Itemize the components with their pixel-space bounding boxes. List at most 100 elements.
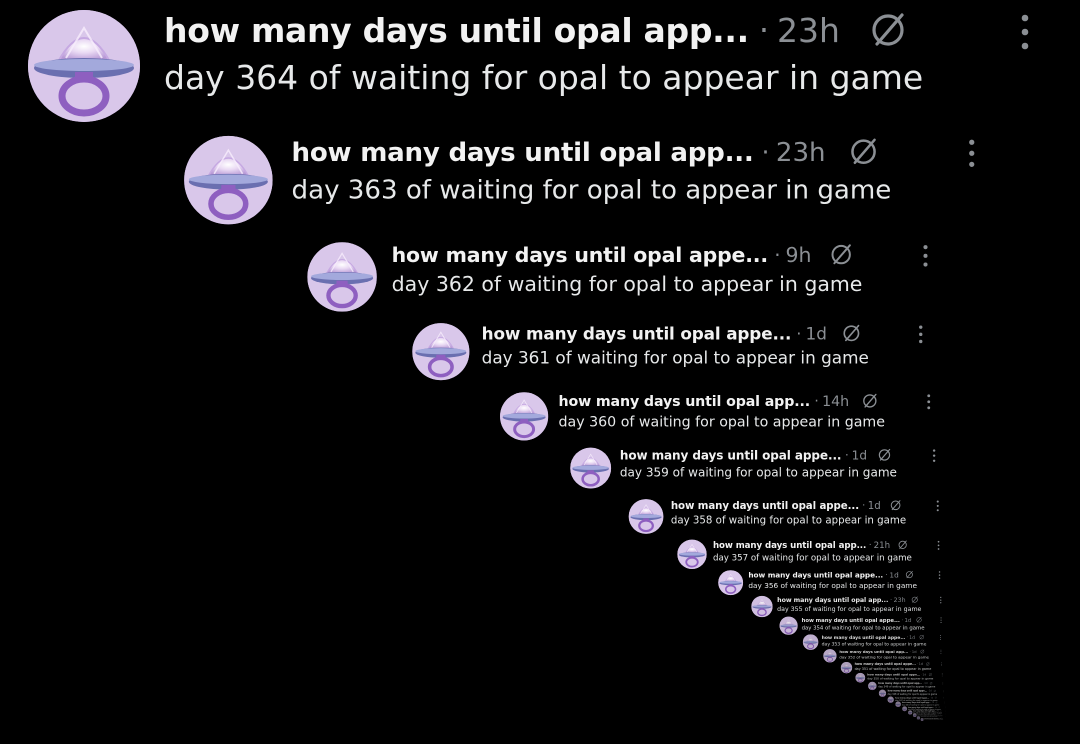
avatar[interactable] xyxy=(887,696,894,703)
post-timestamp[interactable]: 1d xyxy=(919,662,923,666)
more-icon[interactable] xyxy=(932,448,937,463)
post-2[interactable]: how many days until opal app... · 23h da xyxy=(162,128,984,225)
post-author-name[interactable]: how many days until opal appe... xyxy=(802,617,900,623)
post-author-name[interactable]: how many days until opal appe... xyxy=(392,243,768,267)
post-author-name[interactable]: how many days until opal appe... xyxy=(671,499,859,511)
post-timestamp[interactable]: 14h xyxy=(822,393,849,410)
more-icon[interactable] xyxy=(921,243,930,268)
avatar[interactable] xyxy=(823,649,837,663)
post-3[interactable]: how many days until opal appe... · 9h da xyxy=(290,236,935,312)
avatar[interactable] xyxy=(307,242,377,312)
grok-icon[interactable] xyxy=(889,499,901,511)
grok-icon[interactable] xyxy=(897,540,907,550)
avatar[interactable] xyxy=(802,634,819,650)
avatar[interactable] xyxy=(184,135,273,225)
avatar[interactable] xyxy=(779,616,798,635)
post-13[interactable]: how many days until opal app... · 1d day xyxy=(820,648,943,663)
more-icon[interactable] xyxy=(917,324,924,344)
avatar[interactable] xyxy=(868,681,877,691)
post-author-name[interactable]: how many days until opal app... xyxy=(839,649,908,654)
avatar[interactable] xyxy=(28,10,140,122)
more-icon[interactable] xyxy=(942,682,944,685)
grok-icon[interactable] xyxy=(848,136,880,168)
avatar[interactable] xyxy=(412,323,470,381)
more-icon[interactable] xyxy=(939,635,941,641)
more-icon[interactable] xyxy=(1018,12,1032,52)
post-timestamp[interactable]: 1d xyxy=(852,448,867,462)
post-timestamp[interactable]: 23h xyxy=(894,596,906,603)
post-author-name[interactable]: how many days until opal app... xyxy=(559,393,811,410)
post-timestamp[interactable]: 1d xyxy=(868,499,881,511)
more-icon[interactable] xyxy=(943,696,944,699)
post-timestamp[interactable]: 1d xyxy=(923,673,927,676)
more-icon[interactable] xyxy=(943,689,944,693)
grok-icon[interactable] xyxy=(928,673,932,676)
more-icon[interactable] xyxy=(936,500,940,512)
post-timestamp[interactable]: 1d xyxy=(904,617,911,623)
more-icon[interactable] xyxy=(945,710,947,712)
post-author-name[interactable]: how many days until opal appe... xyxy=(867,673,920,676)
post-author-name[interactable]: how many days until opal appe... xyxy=(822,634,906,639)
post-timestamp[interactable]: 1d xyxy=(806,323,827,343)
avatar[interactable] xyxy=(718,570,744,596)
grok-icon[interactable] xyxy=(841,323,861,343)
avatar[interactable] xyxy=(920,718,924,722)
post-author-name[interactable]: how many days until opal appe... xyxy=(482,323,792,343)
post-timestamp[interactable]: 1d xyxy=(924,682,927,685)
grok-icon[interactable] xyxy=(905,570,914,579)
post-author-name[interactable]: how many days until opal app... xyxy=(777,596,888,603)
post-author-name[interactable]: how many days until opal appe... xyxy=(620,448,842,462)
avatar[interactable] xyxy=(570,447,612,489)
grok-icon[interactable] xyxy=(926,662,930,666)
post-author-name[interactable]: how many days until opal app... xyxy=(164,11,749,50)
more-icon[interactable] xyxy=(938,571,941,580)
avatar[interactable] xyxy=(855,672,866,683)
post-5[interactable]: how many days until opal app... · 14h da xyxy=(488,388,935,441)
grok-icon[interactable] xyxy=(920,649,925,654)
more-icon[interactable] xyxy=(941,662,942,666)
avatar[interactable] xyxy=(500,392,549,441)
post-author-name[interactable]: how many days until opal app... xyxy=(713,540,866,550)
more-icon[interactable] xyxy=(940,617,942,623)
post-timestamp[interactable]: 9h xyxy=(785,243,811,267)
post-14[interactable]: how many days until opal appe... · 1d da xyxy=(838,661,943,674)
grok-icon[interactable] xyxy=(911,596,919,604)
more-icon[interactable] xyxy=(944,706,946,709)
post-6[interactable]: how many days until opal appe... · 1d da xyxy=(560,444,940,489)
grok-icon[interactable] xyxy=(916,617,922,623)
post-9[interactable]: how many days until opal appe... · 1d da xyxy=(712,568,943,596)
more-icon[interactable] xyxy=(926,393,932,410)
post-12[interactable]: how many days until opal appe... · 1d da xyxy=(799,633,943,650)
grok-icon[interactable] xyxy=(861,392,878,409)
post-timestamp[interactable]: 1d xyxy=(889,570,898,579)
grok-icon[interactable] xyxy=(919,634,925,640)
post-author-name[interactable]: how many days until opal appe... xyxy=(855,662,916,666)
post-author-name[interactable]: how many days until opal app... xyxy=(878,682,922,685)
post-11[interactable]: how many days until opal appe... · 1d da xyxy=(775,615,943,635)
more-icon[interactable] xyxy=(944,701,945,704)
post-timestamp[interactable]: 21h xyxy=(874,540,890,550)
more-icon[interactable] xyxy=(941,673,943,677)
avatar[interactable] xyxy=(677,539,707,569)
post-1[interactable]: how many days until opal app... · 23h da xyxy=(0,0,1040,122)
more-icon[interactable] xyxy=(940,649,942,654)
avatar[interactable] xyxy=(628,499,664,534)
grok-icon[interactable] xyxy=(868,10,908,50)
post-7[interactable]: how many days until opal appe... · 1d da xyxy=(620,496,942,534)
grok-icon[interactable] xyxy=(877,448,892,463)
post-author-name[interactable]: how many days until opal app... xyxy=(292,136,754,167)
post-8[interactable]: how many days until opal app... · 21h da xyxy=(670,537,942,569)
more-icon[interactable] xyxy=(939,596,942,604)
avatar[interactable] xyxy=(751,595,773,618)
post-author-name[interactable]: how many days until opal appe... xyxy=(748,570,883,579)
avatar[interactable] xyxy=(878,689,887,697)
post-10[interactable]: how many days until opal app... · 23h da xyxy=(746,594,944,618)
post-timestamp[interactable]: 1d xyxy=(912,649,917,654)
more-icon[interactable] xyxy=(937,540,941,550)
post-timestamp[interactable]: 23h xyxy=(776,136,826,167)
post-timestamp[interactable]: 1d xyxy=(909,634,915,639)
post-timestamp[interactable]: 23h xyxy=(777,11,840,50)
post-4[interactable]: how many days until opal appe... · 1d da xyxy=(398,318,928,381)
avatar[interactable] xyxy=(840,662,853,674)
post-24[interactable]: how many days until opal appe... · 1d da xyxy=(920,718,946,722)
